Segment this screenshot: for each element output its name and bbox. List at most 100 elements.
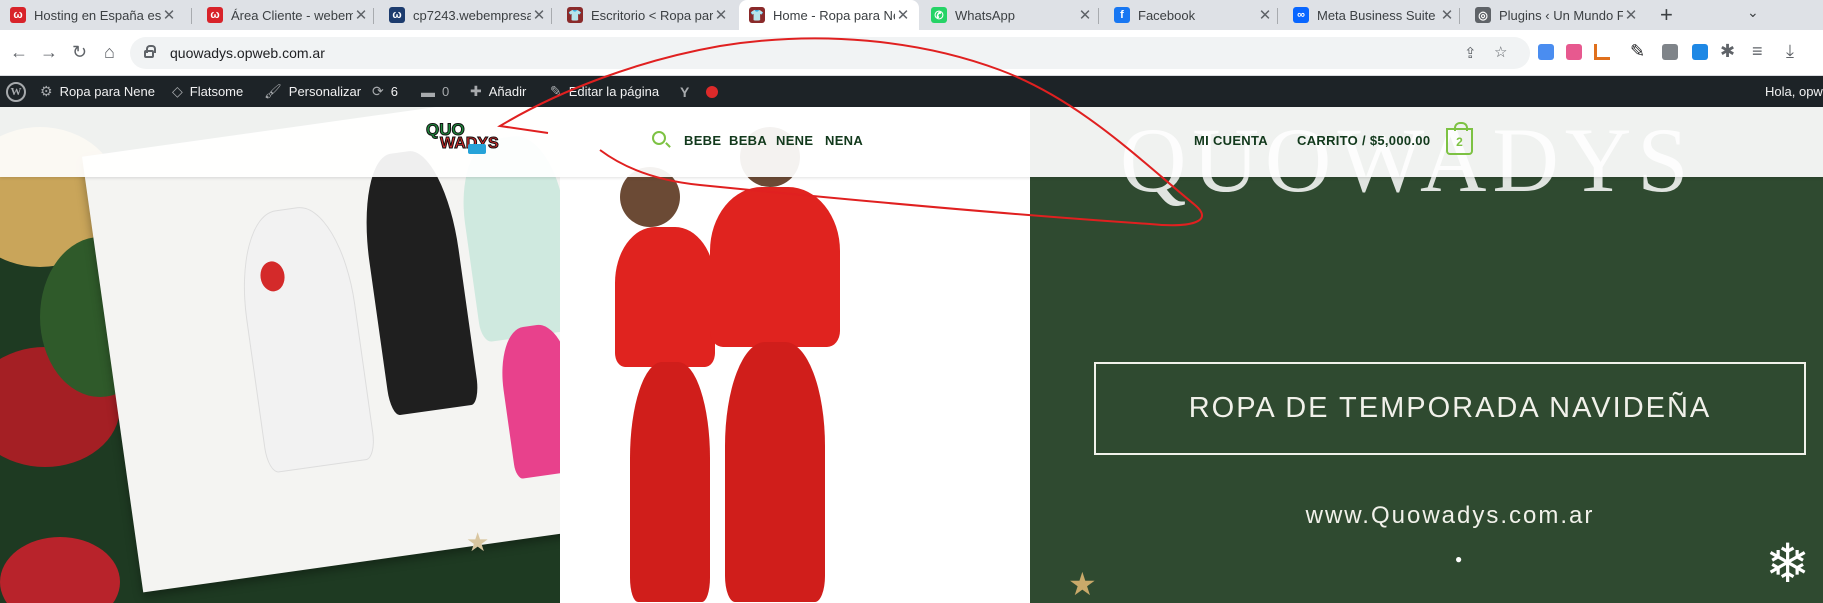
banner-title: ROPA DE TEMPORADA NAVIDEÑA bbox=[1188, 392, 1712, 424]
user-account-menu[interactable]: Hola, opw bbox=[1765, 76, 1823, 107]
theme-label: Flatsome bbox=[189, 84, 244, 99]
tab-separator bbox=[551, 8, 552, 24]
logo-badge bbox=[468, 144, 486, 154]
download-extension-icon[interactable] bbox=[1692, 44, 1708, 60]
site-logo[interactable]: QUO WADYS bbox=[426, 120, 499, 162]
browser-tab[interactable]: 👕 Escritorio < Ropa para ✕ bbox=[557, 0, 737, 30]
seo-status-dot bbox=[706, 85, 718, 98]
tab-close-icon[interactable]: ✕ bbox=[1257, 6, 1273, 24]
snowflake-icon: ❄ bbox=[1765, 534, 1811, 594]
dashboard-icon: ⚙ bbox=[40, 83, 53, 99]
tab-close-icon[interactable]: ✕ bbox=[713, 6, 729, 24]
new-tab-button[interactable]: + bbox=[1660, 3, 1673, 27]
tab-title: Área Cliente - webem bbox=[231, 7, 353, 23]
cream-star-icon: ★ bbox=[466, 527, 490, 557]
tab-title: Escritorio < Ropa para bbox=[591, 7, 713, 23]
tab-title: Hosting en España es bbox=[34, 7, 161, 23]
tab-favicon-icon: ω bbox=[207, 7, 223, 23]
tab-title: Plugins ‹ Un Mundo F bbox=[1499, 7, 1623, 23]
forward-icon[interactable]: → bbox=[40, 42, 58, 62]
browser-tab[interactable]: f Facebook ✕ bbox=[1104, 0, 1281, 30]
url-text[interactable]: quowadys.opweb.com.ar bbox=[170, 45, 325, 61]
cart-link[interactable]: CARRITO / $5,000.00 bbox=[1297, 133, 1430, 148]
browser-tab-strip: ω Hosting en España es ✕ ω Área Cliente - we… bbox=[0, 0, 1823, 30]
pencil-icon: ✎ bbox=[550, 83, 562, 99]
comments-count: 0 bbox=[442, 84, 450, 99]
tab-favicon-icon: ◎ bbox=[1475, 7, 1491, 23]
account-link[interactable]: MI CUENTA bbox=[1194, 133, 1268, 148]
seo-status-indicator[interactable] bbox=[706, 76, 718, 107]
browser-tab[interactable]: 👕 Home - Ropa para Ne ✕ bbox=[739, 0, 919, 30]
home-icon[interactable]: ⌂ bbox=[104, 42, 115, 62]
tab-close-icon[interactable]: ✕ bbox=[353, 6, 369, 24]
customize-label: Personalizar bbox=[288, 84, 362, 99]
address-bar[interactable]: quowadys.opweb.com.ar ⇪ ☆ bbox=[130, 37, 1530, 69]
camera-icon[interactable] bbox=[1662, 44, 1678, 60]
cart-bag-icon[interactable]: 2 bbox=[1446, 122, 1473, 155]
search-icon[interactable] bbox=[652, 131, 666, 145]
comments-menu[interactable]: ▬ 0 bbox=[421, 76, 449, 107]
edit-page-link[interactable]: ✎ Editar la página bbox=[550, 76, 659, 107]
reload-icon[interactable]: ↻ bbox=[72, 42, 87, 62]
extensions-puzzle-icon[interactable]: ✱ bbox=[1720, 41, 1735, 61]
banner-title-box: ROPA DE TEMPORADA NAVIDEÑA bbox=[1094, 362, 1806, 455]
tab-close-icon[interactable]: ✕ bbox=[531, 6, 547, 24]
flatsome-icon: ◇ bbox=[172, 83, 183, 99]
plus-icon: ✚ bbox=[470, 83, 482, 99]
gold-star-icon: ★ bbox=[1068, 566, 1097, 602]
downloads-icon[interactable]: ⤓ bbox=[1786, 41, 1794, 61]
updates-icon: ⟳ bbox=[372, 83, 384, 99]
wp-logo-menu[interactable]: W bbox=[6, 76, 26, 107]
tab-separator bbox=[1098, 8, 1099, 24]
browser-tab[interactable]: ◎ Plugins ‹ Un Mundo F ✕ bbox=[1465, 0, 1647, 30]
site-name-menu[interactable]: ⚙ Ropa para Nene bbox=[40, 76, 155, 107]
tab-separator bbox=[373, 8, 374, 24]
tab-close-icon[interactable]: ✕ bbox=[161, 6, 177, 24]
eyedropper-icon[interactable]: ✎ bbox=[1630, 41, 1645, 61]
boy-right-red-pants bbox=[725, 342, 825, 602]
browser-tab[interactable]: ✆ WhatsApp ✕ bbox=[921, 0, 1101, 30]
snow-dot-decoration: ● bbox=[1455, 552, 1463, 566]
yoast-menu[interactable]: Y bbox=[680, 76, 696, 107]
red-ornament-decoration bbox=[0, 537, 120, 603]
customize-menu[interactable]: 🖌 Personalizar bbox=[264, 76, 361, 107]
tab-close-icon[interactable]: ✕ bbox=[1623, 6, 1639, 24]
boy-left-red-pants bbox=[630, 362, 710, 602]
browser-tab[interactable]: ω Hosting en España es ✕ bbox=[0, 0, 185, 30]
tab-favicon-icon: ✆ bbox=[931, 7, 947, 23]
user-greeting: Hola, opw bbox=[1765, 84, 1823, 99]
brush-icon: 🖌 bbox=[264, 83, 282, 99]
tab-search-icon[interactable]: ⌄ bbox=[1747, 4, 1759, 21]
nav-link-nene[interactable]: NENE bbox=[776, 133, 813, 148]
theme-menu[interactable]: ◇ Flatsome bbox=[172, 76, 243, 107]
updates-menu[interactable]: ⟳ 6 bbox=[372, 76, 398, 107]
tab-title: Home - Ropa para Ne bbox=[773, 7, 895, 23]
tab-title: Facebook bbox=[1138, 7, 1196, 23]
nav-link-nena[interactable]: NENA bbox=[825, 133, 863, 148]
tab-favicon-icon: ∞ bbox=[1293, 7, 1309, 23]
browser-tab[interactable]: ∞ Meta Business Suite ✕ bbox=[1283, 0, 1463, 30]
nav-link-bebe[interactable]: BEBE bbox=[684, 133, 721, 148]
reading-list-icon[interactable]: ≡ bbox=[1752, 41, 1763, 61]
tab-close-icon[interactable]: ✕ bbox=[895, 6, 911, 24]
tab-favicon-icon: f bbox=[1114, 7, 1130, 23]
add-new-menu[interactable]: ✚ Añadir bbox=[470, 76, 526, 107]
comment-bubble-icon: ▬ bbox=[421, 83, 435, 100]
tab-separator bbox=[1459, 8, 1460, 24]
extension-translate-icon[interactable] bbox=[1538, 44, 1554, 60]
tab-title: WhatsApp bbox=[955, 7, 1015, 23]
hero-slider: QUOWADYS ROPA DE TEMPORADA NAVIDEÑA www.… bbox=[0, 107, 1823, 603]
tab-favicon-icon: ω bbox=[389, 7, 405, 23]
extension-color-icon[interactable] bbox=[1566, 44, 1582, 60]
lock-icon[interactable] bbox=[144, 45, 156, 58]
nav-link-beba[interactable]: BEBA bbox=[729, 133, 767, 148]
bookmark-star-icon[interactable]: ☆ bbox=[1494, 43, 1507, 61]
browser-tab[interactable]: ω Área Cliente - webem ✕ bbox=[197, 0, 377, 30]
tab-close-icon[interactable]: ✕ bbox=[1077, 6, 1093, 24]
browser-tab[interactable]: ω cp7243.webempresa.e✕ bbox=[379, 0, 555, 30]
back-icon[interactable]: ← bbox=[10, 42, 28, 62]
tab-favicon-icon: 👕 bbox=[567, 7, 583, 23]
share-icon[interactable]: ⇪ bbox=[1464, 44, 1477, 62]
extension-ruler-icon[interactable] bbox=[1594, 44, 1610, 60]
tab-close-icon[interactable]: ✕ bbox=[1439, 6, 1455, 24]
